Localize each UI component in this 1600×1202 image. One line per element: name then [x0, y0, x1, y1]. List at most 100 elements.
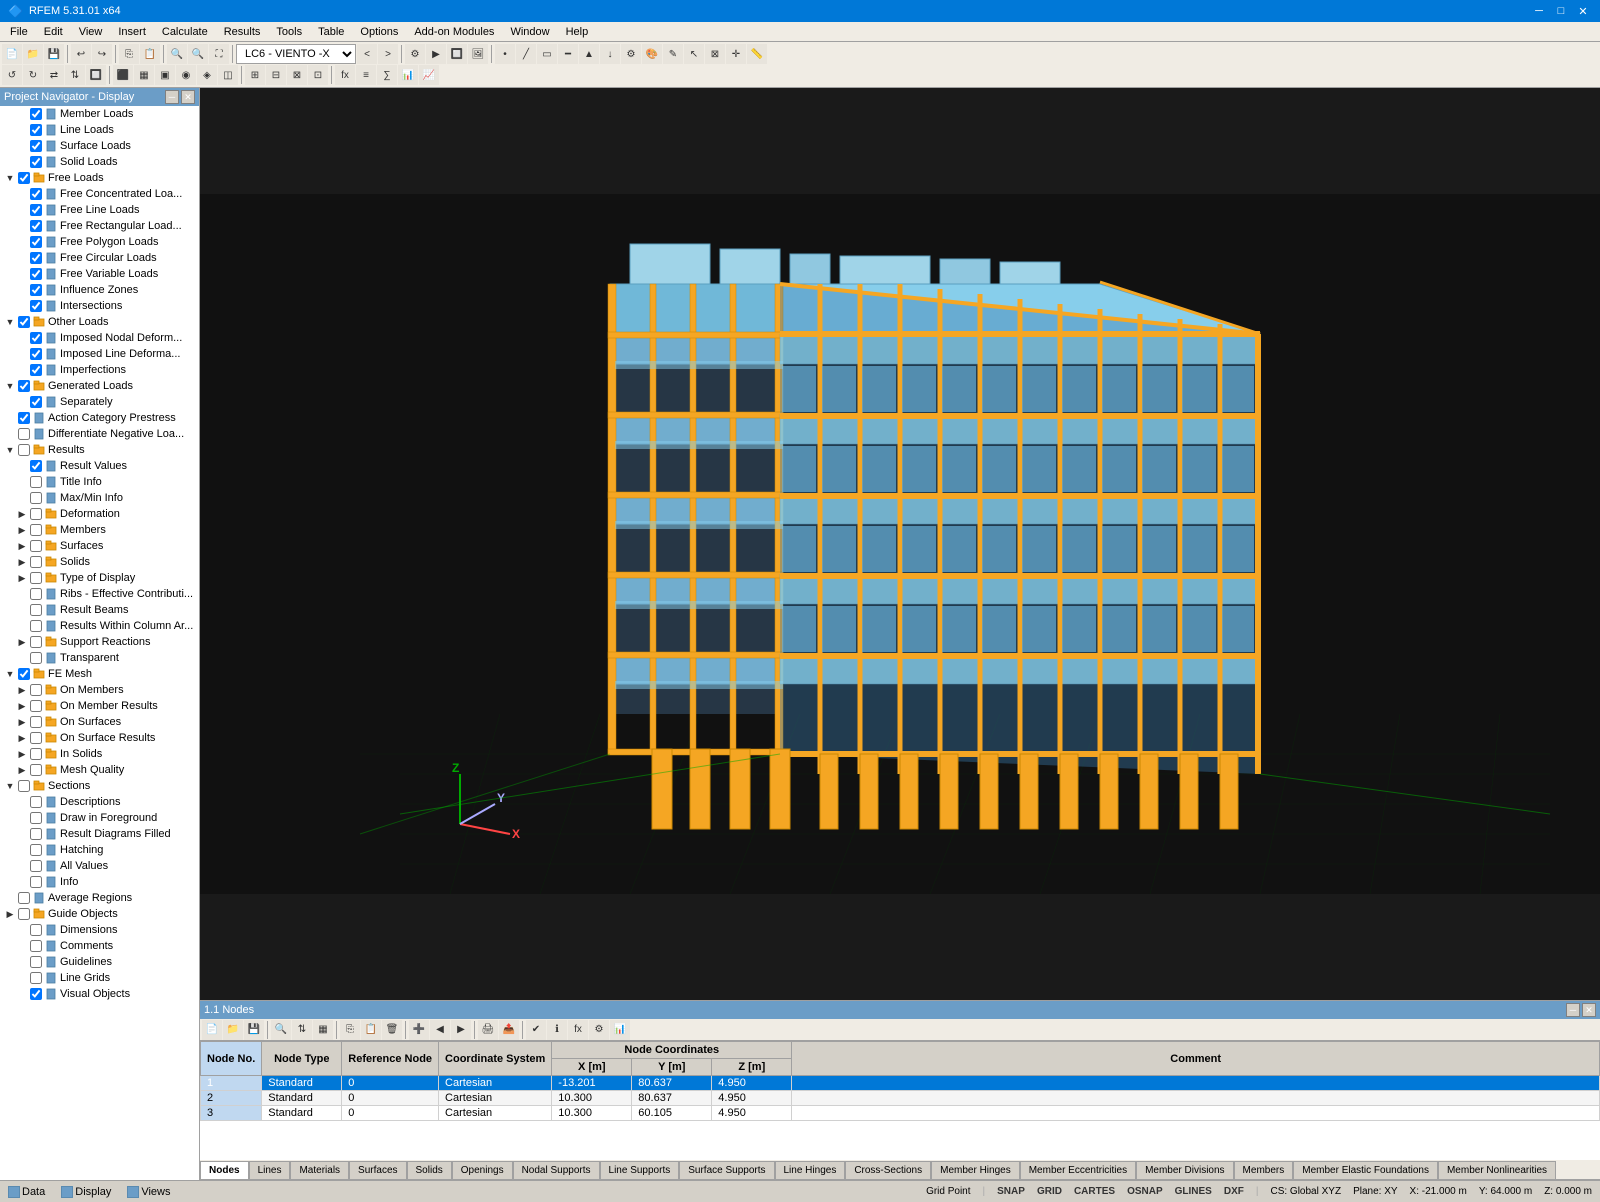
tree-item-dimensions[interactable]: Dimensions: [0, 922, 199, 938]
tt-delete[interactable]: 🗑: [382, 1020, 402, 1040]
tree-item-fe-mesh[interactable]: ▼FE Mesh: [0, 666, 199, 682]
tree-checkbox-dimensions[interactable]: [30, 924, 42, 936]
table-row[interactable]: 2Standard0Cartesian10.30080.6374.950: [201, 1091, 1600, 1106]
tb-r8[interactable]: ▣: [155, 65, 175, 85]
tb-zoom-in[interactable]: 🔍: [167, 44, 187, 64]
tree-item-separately[interactable]: Separately: [0, 394, 199, 410]
tree-toggle-type-of-display[interactable]: ▶: [16, 572, 28, 584]
tree-toggle-on-members[interactable]: ▶: [16, 684, 28, 696]
tree-container[interactable]: Member LoadsLine LoadsSurface LoadsSolid…: [0, 106, 199, 1180]
tb-view3d[interactable]: 🔲: [447, 44, 467, 64]
tree-checkbox-surface-loads[interactable]: [30, 140, 42, 152]
tb-render[interactable]: 🖼: [468, 44, 488, 64]
tree-checkbox-guidelines[interactable]: [30, 956, 42, 968]
tree-checkbox-mesh-quality[interactable]: [30, 764, 42, 776]
tree-checkbox-deformation[interactable]: [30, 508, 42, 520]
tree-toggle-support-reactions[interactable]: ▶: [16, 636, 28, 648]
tt-new[interactable]: 📄: [202, 1020, 222, 1040]
bottom-tab-line-supports[interactable]: Line Supports: [600, 1161, 680, 1179]
tree-item-result-values[interactable]: Result Values: [0, 458, 199, 474]
tree-checkbox-free-rectangular[interactable]: [30, 220, 42, 232]
tree-item-surfaces[interactable]: ▶Surfaces: [0, 538, 199, 554]
tree-item-free-rectangular[interactable]: Free Rectangular Load...: [0, 218, 199, 234]
tree-item-all-values[interactable]: All Values: [0, 858, 199, 874]
table-container[interactable]: Node No. Node Type Reference Node Coordi…: [200, 1041, 1600, 1160]
title-bar-controls[interactable]: ─ □ ✕: [1530, 2, 1592, 20]
tb-zoom-out[interactable]: 🔍: [188, 44, 208, 64]
tree-item-results-within-column[interactable]: Results Within Column Ar...: [0, 618, 199, 634]
tb-r12[interactable]: ⊞: [245, 65, 265, 85]
close-button[interactable]: ✕: [1574, 2, 1592, 20]
tt-filter[interactable]: 🔍: [271, 1020, 291, 1040]
tt-check[interactable]: ✔: [526, 1020, 546, 1040]
tree-checkbox-result-beams[interactable]: [30, 604, 42, 616]
tree-item-average-regions[interactable]: Average Regions: [0, 890, 199, 906]
tt-save[interactable]: 💾: [244, 1020, 264, 1040]
tree-item-on-members[interactable]: ▶On Members: [0, 682, 199, 698]
status-cartes[interactable]: CARTES: [1074, 1186, 1115, 1197]
bottom-tab-member-hinges[interactable]: Member Hinges: [931, 1161, 1020, 1179]
tb-run[interactable]: ▶: [426, 44, 446, 64]
bottom-tab-member-eccentricities[interactable]: Member Eccentricities: [1020, 1161, 1136, 1179]
tree-checkbox-descriptions[interactable]: [30, 796, 42, 808]
tree-item-imposed-nodal[interactable]: Imposed Nodal Deform...: [0, 330, 199, 346]
tree-item-generated-loads[interactable]: ▼Generated Loads: [0, 378, 199, 394]
tt-fx[interactable]: fx: [568, 1020, 588, 1040]
tree-checkbox-max-min[interactable]: [30, 492, 42, 504]
tree-item-support-reactions[interactable]: ▶Support Reactions: [0, 634, 199, 650]
tb-select[interactable]: ↖: [684, 44, 704, 64]
tree-checkbox-ribs-effective[interactable]: [30, 588, 42, 600]
tree-item-imposed-line[interactable]: Imposed Line Deforma...: [0, 346, 199, 362]
tree-toggle-surfaces[interactable]: ▶: [16, 540, 28, 552]
maximize-button[interactable]: □: [1552, 2, 1570, 20]
tb-r3[interactable]: ⇄: [44, 65, 64, 85]
tb-member[interactable]: ━: [558, 44, 578, 64]
status-data-tab[interactable]: Data: [8, 1186, 45, 1198]
tree-item-action-category[interactable]: Action Category Prestress: [0, 410, 199, 426]
tree-item-other-loads[interactable]: ▼Other Loads: [0, 314, 199, 330]
tree-checkbox-imposed-nodal[interactable]: [30, 332, 42, 344]
tree-item-surface-loads[interactable]: Surface Loads: [0, 138, 199, 154]
tree-item-free-line[interactable]: Free Line Loads: [0, 202, 199, 218]
tree-item-free-concentrated[interactable]: Free Concentrated Loa...: [0, 186, 199, 202]
menu-results[interactable]: Results: [216, 24, 269, 40]
tree-toggle-solids[interactable]: ▶: [16, 556, 28, 568]
tree-item-influence-zones[interactable]: Influence Zones: [0, 282, 199, 298]
tb-copy[interactable]: ⎘: [119, 44, 139, 64]
tree-checkbox-solid-loads[interactable]: [30, 156, 42, 168]
tree-item-title-info[interactable]: Title Info: [0, 474, 199, 490]
tb-save[interactable]: 💾: [44, 44, 64, 64]
menu-options[interactable]: Options: [352, 24, 406, 40]
menu-view[interactable]: View: [71, 24, 111, 40]
3d-viewport[interactable]: Z X Y: [200, 88, 1600, 1000]
tree-checkbox-visual-objects[interactable]: [30, 988, 42, 1000]
bottom-panel-pin[interactable]: ─: [1566, 1003, 1580, 1017]
menu-tools[interactable]: Tools: [268, 24, 310, 40]
status-display-tab[interactable]: Display: [61, 1186, 111, 1198]
tree-toggle-free-loads[interactable]: ▼: [4, 172, 16, 184]
tb-fit[interactable]: ⛶: [209, 44, 229, 64]
tb-color[interactable]: 🎨: [642, 44, 662, 64]
tb-r9[interactable]: ◉: [176, 65, 196, 85]
tree-item-free-circular[interactable]: Free Circular Loads: [0, 250, 199, 266]
tree-item-free-variable[interactable]: Free Variable Loads: [0, 266, 199, 282]
tree-checkbox-differentiate[interactable]: [18, 428, 30, 440]
tree-checkbox-influence-zones[interactable]: [30, 284, 42, 296]
tb-load[interactable]: ↓: [600, 44, 620, 64]
menu-insert[interactable]: Insert: [110, 24, 154, 40]
tree-checkbox-sections[interactable]: [18, 780, 30, 792]
tb-r20[interactable]: 📈: [419, 65, 439, 85]
tt-info[interactable]: ℹ: [547, 1020, 567, 1040]
tb-measure[interactable]: 📏: [747, 44, 767, 64]
status-views-tab[interactable]: Views: [127, 1186, 170, 1198]
tree-checkbox-free-variable[interactable]: [30, 268, 42, 280]
bottom-tab-materials[interactable]: Materials: [290, 1161, 349, 1179]
tree-toggle-other-loads[interactable]: ▼: [4, 316, 16, 328]
bottom-tab-cross-sections[interactable]: Cross-Sections: [845, 1161, 931, 1179]
tree-item-transparent[interactable]: Transparent: [0, 650, 199, 666]
tb-r17[interactable]: ≡: [356, 65, 376, 85]
tb-support[interactable]: ▲: [579, 44, 599, 64]
tree-item-result-diagrams[interactable]: Result Diagrams Filled: [0, 826, 199, 842]
bottom-tab-lines[interactable]: Lines: [249, 1161, 291, 1179]
tree-checkbox-on-member-results[interactable]: [30, 700, 42, 712]
